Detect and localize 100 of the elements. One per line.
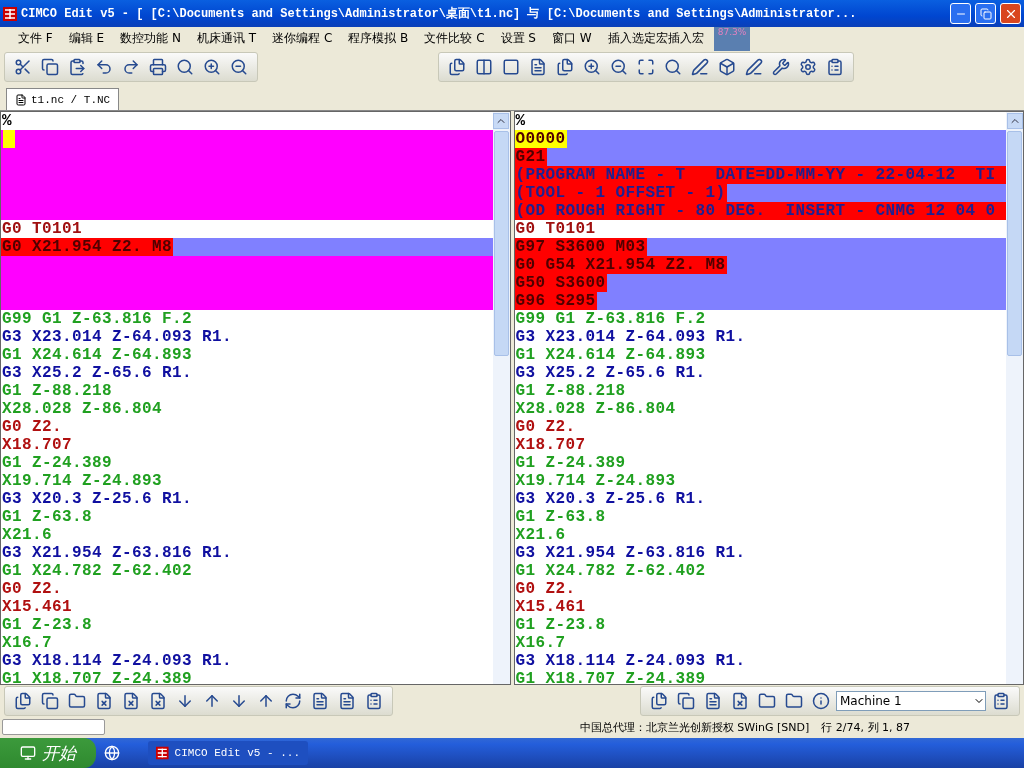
taskbar-button[interactable]: CIMCO Edit v5 - ... <box>148 741 308 765</box>
zoom-in-icon[interactable] <box>583 58 601 76</box>
code-text: G1 X24.614 Z-64.893 <box>514 346 707 364</box>
code-text: G3 X18.114 Z-24.093 R1. <box>514 652 747 670</box>
menu-item[interactable]: 程序模拟 B <box>340 29 417 47</box>
clipboard-icon[interactable] <box>826 58 844 76</box>
code-text: G0 Z2. <box>514 418 577 436</box>
search-icon[interactable] <box>664 58 682 76</box>
code-text: X18.707 <box>1 436 73 454</box>
documents-icon[interactable] <box>14 692 32 710</box>
documents-icon[interactable] <box>556 58 574 76</box>
folder-icon[interactable] <box>758 692 776 710</box>
app-logo-icon <box>156 746 169 760</box>
zoom-out-icon[interactable] <box>230 58 248 76</box>
code-text: (TOOL - 1 OFFSET - 1) <box>514 184 727 202</box>
document-icon[interactable] <box>338 692 356 710</box>
restore-button[interactable] <box>975 3 996 24</box>
document-icon[interactable] <box>704 692 722 710</box>
code-text: (OD ROUGH RIGHT - 80 DEG. INSERT - CNMG 12 04 0 <box>514 202 997 220</box>
menu-item[interactable]: 插入选定宏插入宏 <box>599 29 712 47</box>
clipboard-icon[interactable] <box>365 692 383 710</box>
close-button[interactable] <box>1000 3 1021 24</box>
scroll-up-button[interactable] <box>1006 113 1023 129</box>
scroll-thumb[interactable] <box>1007 131 1022 356</box>
zoom-fit-icon[interactable] <box>637 58 655 76</box>
code-text: G1 Z-88.218 <box>514 382 627 400</box>
documents-icon[interactable] <box>448 58 466 76</box>
tool-icon[interactable] <box>772 58 790 76</box>
zoom-out-icon[interactable] <box>610 58 628 76</box>
code-text: (PROGRAM NAME - T DATE=DD-MM-YY - 22-04-12 TI <box>514 166 997 184</box>
code-text: G3 X23.014 Z-64.093 R1. <box>514 328 747 346</box>
cut-icon[interactable] <box>14 58 32 76</box>
menu-item[interactable]: 设置 S <box>492 29 544 47</box>
code-text: G0 X21.954 Z2. M8 <box>1 238 174 256</box>
window-icon[interactable] <box>502 58 520 76</box>
document-icon[interactable] <box>311 692 329 710</box>
code-text: G0 Z2. <box>1 418 63 436</box>
copy-icon[interactable] <box>41 692 59 710</box>
arrow-down-icon[interactable] <box>230 692 248 710</box>
machine-select[interactable]: Machine 1 <box>836 691 986 711</box>
info-icon[interactable] <box>812 692 830 710</box>
columns-icon[interactable] <box>475 58 493 76</box>
code-text: G1 X18.707 Z-24.389 <box>514 670 707 684</box>
minimize-button[interactable] <box>950 3 971 24</box>
file-delete-icon[interactable] <box>122 692 140 710</box>
menu-item[interactable]: 窗口 W <box>543 29 600 47</box>
code-text: O0000 <box>514 130 567 148</box>
code-text: X19.714 Z-24.893 <box>514 472 677 490</box>
code-text: G3 X25.2 Z-65.6 R1. <box>514 364 707 382</box>
folder-icon[interactable] <box>68 692 86 710</box>
document-icon[interactable] <box>529 58 547 76</box>
file-delete-icon[interactable] <box>149 692 167 710</box>
code-text: X15.461 <box>514 598 587 616</box>
browser-icon[interactable] <box>104 745 120 761</box>
code-text: G1 X18.707 Z-24.389 <box>1 670 194 684</box>
menu-item[interactable]: 迷你编程 C <box>264 29 341 47</box>
code-text: G21 <box>514 148 547 166</box>
clipboard-icon[interactable] <box>992 692 1010 710</box>
code-text: G3 X23.014 Z-64.093 R1. <box>1 328 234 346</box>
folder-icon[interactable] <box>785 692 803 710</box>
code-text: G1 X24.782 Z-62.402 <box>514 562 707 580</box>
code-text: G1 Z-24.389 <box>1 454 114 472</box>
search-icon[interactable] <box>176 58 194 76</box>
copy-icon[interactable] <box>677 692 695 710</box>
scroll-thumb[interactable] <box>493 131 509 356</box>
paste-icon[interactable] <box>68 58 86 76</box>
copy-icon[interactable] <box>41 58 59 76</box>
redo-icon[interactable] <box>122 58 140 76</box>
settings-icon[interactable] <box>799 58 817 76</box>
scroll-up-button[interactable] <box>493 113 509 129</box>
file-delete-icon[interactable] <box>731 692 749 710</box>
menu-item[interactable]: 文件比较 C <box>416 29 493 47</box>
file-tab[interactable]: t1.nc / T.NC <box>6 88 120 110</box>
scrollbar[interactable] <box>1006 112 1023 684</box>
zoom-in-icon[interactable] <box>203 58 221 76</box>
file-delete-icon[interactable] <box>95 692 113 710</box>
documents-icon[interactable] <box>650 692 668 710</box>
code-text: X21.6 <box>514 526 567 544</box>
menu-item[interactable]: 机床通讯 T <box>188 29 265 47</box>
refresh-icon[interactable] <box>284 692 302 710</box>
code-text: G3 X18.114 Z-24.093 R1. <box>1 652 234 670</box>
code-text: G97 S3600 M03 <box>514 238 647 256</box>
pen-icon[interactable] <box>745 58 763 76</box>
code-text: X15.461 <box>1 598 73 616</box>
menu-item[interactable]: 文件 F <box>10 29 61 47</box>
code-text: X18.707 <box>514 436 587 454</box>
code-text: X28.028 Z-86.804 <box>514 400 677 418</box>
menu-item[interactable]: 编辑 E <box>60 29 113 47</box>
start-button[interactable]: 开始 <box>0 738 96 768</box>
code-text: G3 X21.954 Z-63.816 R1. <box>1 544 234 562</box>
code-text: G99 G1 Z-63.816 F.2 <box>514 310 707 328</box>
code-text: G99 G1 Z-63.816 F.2 <box>1 310 194 328</box>
code-text: % <box>1 112 13 130</box>
menu-item[interactable]: 数控功能 N <box>112 29 189 47</box>
arrow-down-icon[interactable] <box>176 692 194 710</box>
cube-icon[interactable] <box>718 58 736 76</box>
code-text: G3 X20.3 Z-25.6 R1. <box>1 490 194 508</box>
printer-icon[interactable] <box>149 58 167 76</box>
undo-icon[interactable] <box>95 58 113 76</box>
code-text: X21.6 <box>1 526 53 544</box>
